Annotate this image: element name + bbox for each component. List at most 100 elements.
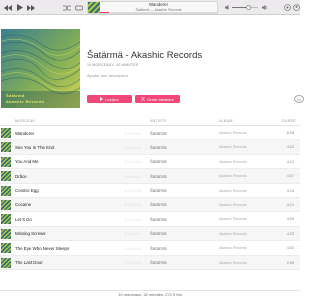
- now-playing-artwork: [88, 2, 100, 13]
- track-album: Akashic Records: [219, 217, 247, 222]
- track-duration: 4:21: [286, 202, 294, 207]
- rating-stars[interactable]: ☆☆☆☆☆: [124, 174, 142, 179]
- track-title: Dråce: [15, 173, 27, 179]
- cover-album-text: Akashic Records: [6, 99, 45, 104]
- track-artist: Šatärmä: [150, 144, 167, 150]
- track-duration: 4:33: [286, 231, 294, 236]
- column-header-duration[interactable]: DURÉE: [282, 119, 296, 123]
- track-artwork: [1, 228, 11, 239]
- rating-stars[interactable]: ☆☆☆☆☆: [124, 260, 142, 265]
- track-duration: 6:08: [286, 131, 294, 135]
- table-row[interactable]: See You In The End ☆☆☆☆☆ Šatärmä Akashic…: [0, 140, 300, 155]
- track-artwork: [1, 185, 11, 196]
- row-more-icon[interactable]: ·: [297, 187, 299, 193]
- track-title: See You In The End: [15, 144, 54, 150]
- track-artwork: [1, 156, 11, 167]
- track-artwork: [1, 243, 11, 254]
- table-row[interactable]: Let It Go ☆☆☆☆☆ Šatärmä Akashic Records …: [0, 212, 300, 227]
- track-title: Wanderer: [15, 130, 35, 136]
- table-row[interactable]: Cosmic Egg ☆☆☆☆☆ Šatärmä Akashic Records…: [0, 184, 300, 198]
- table-row[interactable]: Dråce ☆☆☆☆☆ Šatärmä Akashic Records 4:07…: [0, 169, 300, 184]
- track-album: Akashic Records: [219, 231, 247, 236]
- track-album: Akashic Records: [219, 159, 247, 164]
- track-duration: 4:02: [286, 246, 294, 251]
- track-duration: 4:22: [286, 145, 294, 150]
- repeat-icon[interactable]: [75, 3, 83, 12]
- track-artist: Šatärmä: [150, 173, 167, 179]
- column-header-album[interactable]: ALBUM: [219, 119, 233, 123]
- playback-progress-fill: [100, 12, 110, 13]
- table-row[interactable]: Wanderer ☆☆☆☆☆ Šatärmä Akashic Records 6…: [0, 126, 300, 141]
- footer-divider: [0, 290, 300, 291]
- rating-stars[interactable]: ☆☆☆☆☆: [124, 217, 142, 222]
- track-duration: 3:14: [286, 188, 294, 193]
- row-more-icon[interactable]: ·: [297, 201, 299, 207]
- track-artwork: [1, 257, 11, 268]
- play-button-label: Lecture: [105, 96, 119, 102]
- rating-stars[interactable]: ☆☆☆☆☆: [124, 246, 142, 251]
- row-more-icon[interactable]: ·: [297, 158, 299, 164]
- user-icon[interactable]: [293, 3, 300, 12]
- track-album: Akashic Records: [219, 174, 247, 179]
- table-row[interactable]: The Eye Who Never Sleeps ☆☆☆☆☆ Šatärmä A…: [0, 241, 300, 256]
- rating-stars[interactable]: ☆☆☆☆☆: [124, 202, 142, 207]
- row-more-icon[interactable]: ·: [297, 215, 299, 221]
- track-duration: 2:56: [286, 260, 294, 265]
- rating-stars[interactable]: ☆☆☆☆☆: [124, 231, 142, 236]
- table-row[interactable]: You And Me ☆☆☆☆☆ Šatärmä Akashic Records…: [0, 155, 300, 170]
- volume-slider[interactable]: [232, 5, 258, 10]
- row-more-icon[interactable]: ·: [297, 230, 299, 236]
- track-duration: 4:07: [286, 174, 294, 179]
- album-summary: 10 morceaux, 42 minutes, 272,9 Mo: [118, 292, 182, 297]
- track-artist: Šatärmä: [150, 260, 167, 266]
- track-duration: 4:09: [286, 217, 294, 222]
- play-button[interactable]: Lecture: [87, 95, 132, 103]
- now-playing[interactable]: Wanderer Šatärmä — Akashic Records: [87, 1, 218, 14]
- row-more-icon[interactable]: ·: [297, 244, 299, 250]
- rating-stars[interactable]: ☆☆☆☆☆: [124, 145, 142, 150]
- track-album: Akashic Records: [219, 188, 247, 193]
- track-title: Let It Go: [15, 216, 32, 222]
- row-more-icon[interactable]: ·: [297, 143, 299, 149]
- forward-icon[interactable]: [27, 3, 35, 12]
- play-icon: [100, 96, 104, 102]
- track-artwork: [1, 142, 11, 153]
- row-more-icon[interactable]: ·: [297, 259, 299, 265]
- album-title: Šatärmä - Akashic Records: [87, 50, 203, 61]
- shuffle-button[interactable]: Ordre aléatoire: [135, 95, 180, 103]
- track-artist: Šatärmä: [150, 188, 167, 194]
- column-header-artist[interactable]: ARTISTE: [150, 119, 167, 123]
- track-artist: Šatärmä: [150, 216, 167, 222]
- play-icon[interactable]: [17, 3, 23, 12]
- ellipsis-icon: •••: [296, 96, 302, 102]
- volume-low-icon: [225, 3, 230, 12]
- volume-icon: [262, 3, 268, 12]
- track-artwork: [1, 199, 11, 210]
- playback-progress[interactable]: [100, 12, 217, 13]
- table-row[interactable]: The Last Door ☆☆☆☆☆ Šatärmä Akashic Reco…: [0, 255, 300, 270]
- rating-stars[interactable]: ☆☆☆☆☆: [124, 188, 142, 193]
- row-more-icon[interactable]: ·: [297, 129, 299, 135]
- track-artist: Šatärmä: [150, 231, 167, 237]
- column-header-title[interactable]: MORCEAU: [15, 119, 35, 123]
- add-description-link[interactable]: Ajouter une description: [87, 73, 128, 78]
- back-icon[interactable]: [4, 3, 12, 12]
- rating-stars[interactable]: ☆☆☆☆☆: [124, 131, 142, 136]
- track-album: Akashic Records: [219, 202, 247, 207]
- airplay-icon[interactable]: [284, 3, 291, 12]
- table-row[interactable]: Missing Screws ☆☆☆☆☆ Šatärmä Akashic Rec…: [0, 226, 300, 242]
- track-album: Akashic Records: [219, 246, 247, 251]
- volume-knob[interactable]: [245, 5, 251, 10]
- row-more-icon[interactable]: ·: [297, 172, 299, 178]
- track-title: You And Me: [15, 159, 39, 165]
- shuffle-icon: [141, 97, 146, 102]
- more-options-button[interactable]: •••: [294, 95, 304, 103]
- shuffle-button-label: Ordre aléatoire: [147, 96, 174, 102]
- track-title: Missing Screws: [15, 231, 46, 237]
- track-artist: Šatärmä: [150, 245, 167, 251]
- shuffle-icon[interactable]: [63, 3, 71, 12]
- track-title: The Last Door: [15, 260, 43, 266]
- rating-stars[interactable]: ☆☆☆☆☆: [124, 159, 142, 164]
- track-album: Akashic Records: [219, 260, 247, 265]
- table-row[interactable]: Cocaine ☆☆☆☆☆ Šatärmä Akashic Records 4:…: [0, 197, 300, 213]
